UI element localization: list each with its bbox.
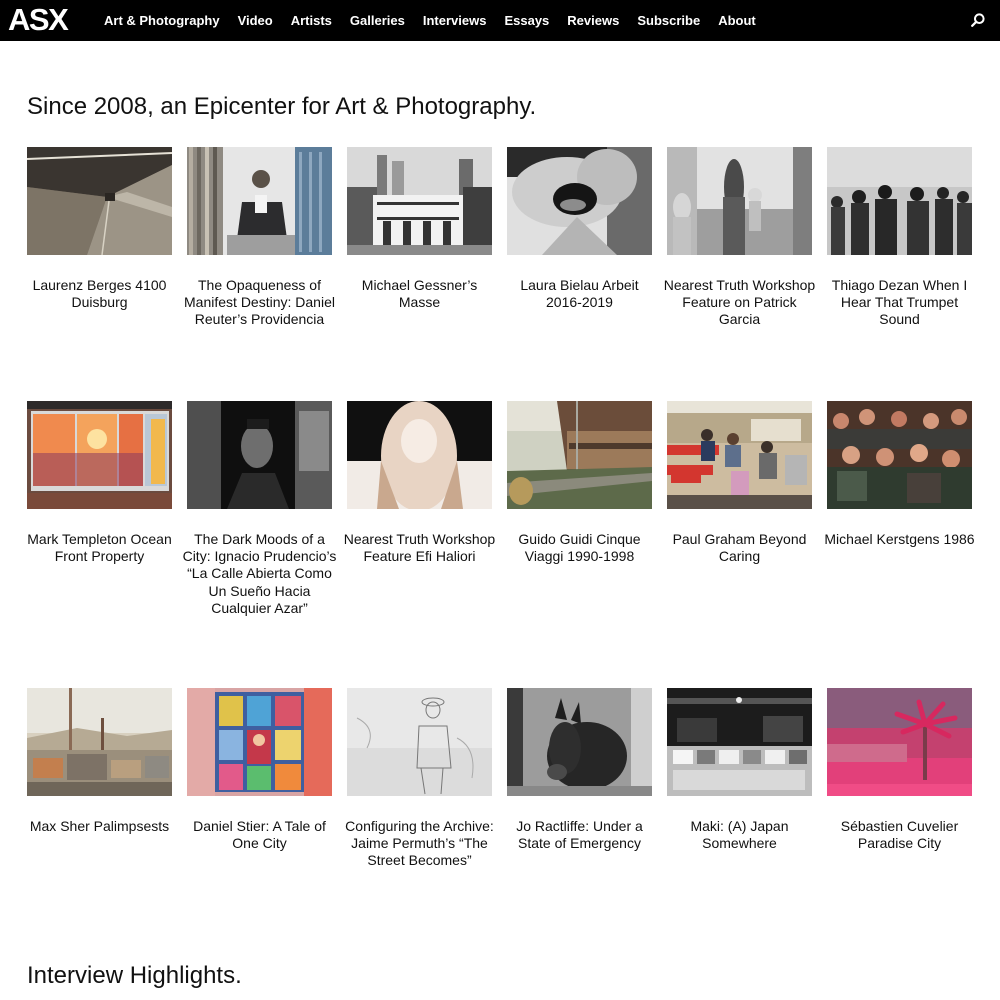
youth-group-photo — [827, 401, 972, 509]
nav-subscribe[interactable]: Subscribe — [637, 13, 700, 28]
nav-galleries[interactable]: Galleries — [350, 13, 405, 28]
article-thumbnail[interactable] — [827, 688, 972, 796]
portrait-man-photo — [187, 401, 332, 509]
article-thumbnail[interactable] — [187, 688, 332, 796]
article-title[interactable]: Jo Ractliffe: Under a State of Emergency — [501, 818, 658, 852]
article-thumbnail[interactable] — [507, 401, 652, 509]
article-thumbnail[interactable] — [27, 147, 172, 255]
site-logo[interactable]: ASX — [8, 3, 69, 37]
tunnel-photo — [27, 147, 172, 255]
article-thumbnail[interactable] — [507, 688, 652, 796]
nav-about[interactable]: About — [718, 13, 756, 28]
article-title[interactable]: Mark Templeton Ocean Front Property — [21, 531, 178, 565]
article-thumbnail[interactable] — [347, 688, 492, 796]
open-mouth-photo — [507, 147, 652, 255]
page-title: Since 2008, an Epicenter for Art & Photo… — [27, 93, 537, 120]
site-header: ASX Art & Photography Video Artists Gall… — [0, 0, 1000, 41]
blonde-hair-photo — [347, 401, 492, 509]
article-title[interactable]: Guido Guidi Cinque Viaggi 1990-1998 — [501, 531, 658, 565]
article-title[interactable]: Nearest Truth Workshop Feature Efi Halio… — [341, 531, 498, 565]
article-thumbnail[interactable] — [507, 147, 652, 255]
article-thumbnail[interactable] — [347, 147, 492, 255]
nav-reviews[interactable]: Reviews — [567, 13, 619, 28]
donkey-photo — [507, 688, 652, 796]
article-title[interactable]: Michael Kerstgens 1986 — [821, 531, 978, 548]
article-title[interactable]: Max Sher Palimpsests — [21, 818, 178, 835]
article-title[interactable]: Maki: (A) Japan Somewhere — [661, 818, 818, 852]
article-thumbnail[interactable] — [187, 401, 332, 509]
article-thumbnail[interactable] — [827, 401, 972, 509]
woman-child-beach-photo — [667, 147, 812, 255]
masked-crowd-photo — [827, 147, 972, 255]
article-thumbnail[interactable] — [347, 401, 492, 509]
sunset-window-photo — [27, 401, 172, 509]
article-title[interactable]: Michael Gessner’s Masse — [341, 277, 498, 311]
city-building-photo — [347, 147, 492, 255]
pink-palm-photo — [827, 688, 972, 796]
sketch-man-photo — [347, 688, 492, 796]
article-title[interactable]: Sébastien Cuvelier Paradise City — [821, 818, 978, 852]
article-thumbnail[interactable] — [27, 688, 172, 796]
article-title[interactable]: Nearest Truth Workshop Feature on Patric… — [661, 277, 818, 329]
article-title[interactable]: Configuring the Archive: Jaime Permuth’s… — [341, 818, 498, 870]
article-thumbnail[interactable] — [667, 401, 812, 509]
nav-essays[interactable]: Essays — [504, 13, 549, 28]
article-title[interactable]: Thiago Dezan When I Hear That Trumpet So… — [821, 277, 978, 329]
main-nav: Art & Photography Video Artists Gallerie… — [104, 0, 774, 41]
railway-photo — [507, 401, 652, 509]
industrial-landscape-photo — [27, 688, 172, 796]
market-stall-photo — [667, 688, 812, 796]
search-icon[interactable] — [971, 13, 985, 27]
religious-posters-photo — [187, 688, 332, 796]
article-title[interactable]: Daniel Stier: A Tale of One City — [181, 818, 338, 852]
waiting-room-photo — [667, 401, 812, 509]
article-title[interactable]: The Opaqueness of Manifest Destiny: Dani… — [181, 277, 338, 329]
article-title[interactable]: Paul Graham Beyond Caring — [661, 531, 818, 565]
article-thumbnail[interactable] — [187, 147, 332, 255]
article-title[interactable]: The Dark Moods of a City: Ignacio Pruden… — [181, 531, 338, 617]
article-title[interactable]: Laurenz Berges 4100 Duisburg — [21, 277, 178, 311]
nav-interviews[interactable]: Interviews — [423, 13, 487, 28]
nav-artists[interactable]: Artists — [291, 13, 332, 28]
article-thumbnail[interactable] — [27, 401, 172, 509]
article-thumbnail[interactable] — [667, 688, 812, 796]
article-thumbnail[interactable] — [827, 147, 972, 255]
section-heading-interviews: Interview Highlights. — [27, 962, 242, 989]
seated-man-photo — [187, 147, 332, 255]
article-title[interactable]: Laura Bielau Arbeit 2016-2019 — [501, 277, 658, 311]
nav-video[interactable]: Video — [238, 13, 273, 28]
nav-art-photography[interactable]: Art & Photography — [104, 13, 220, 28]
article-thumbnail[interactable] — [667, 147, 812, 255]
